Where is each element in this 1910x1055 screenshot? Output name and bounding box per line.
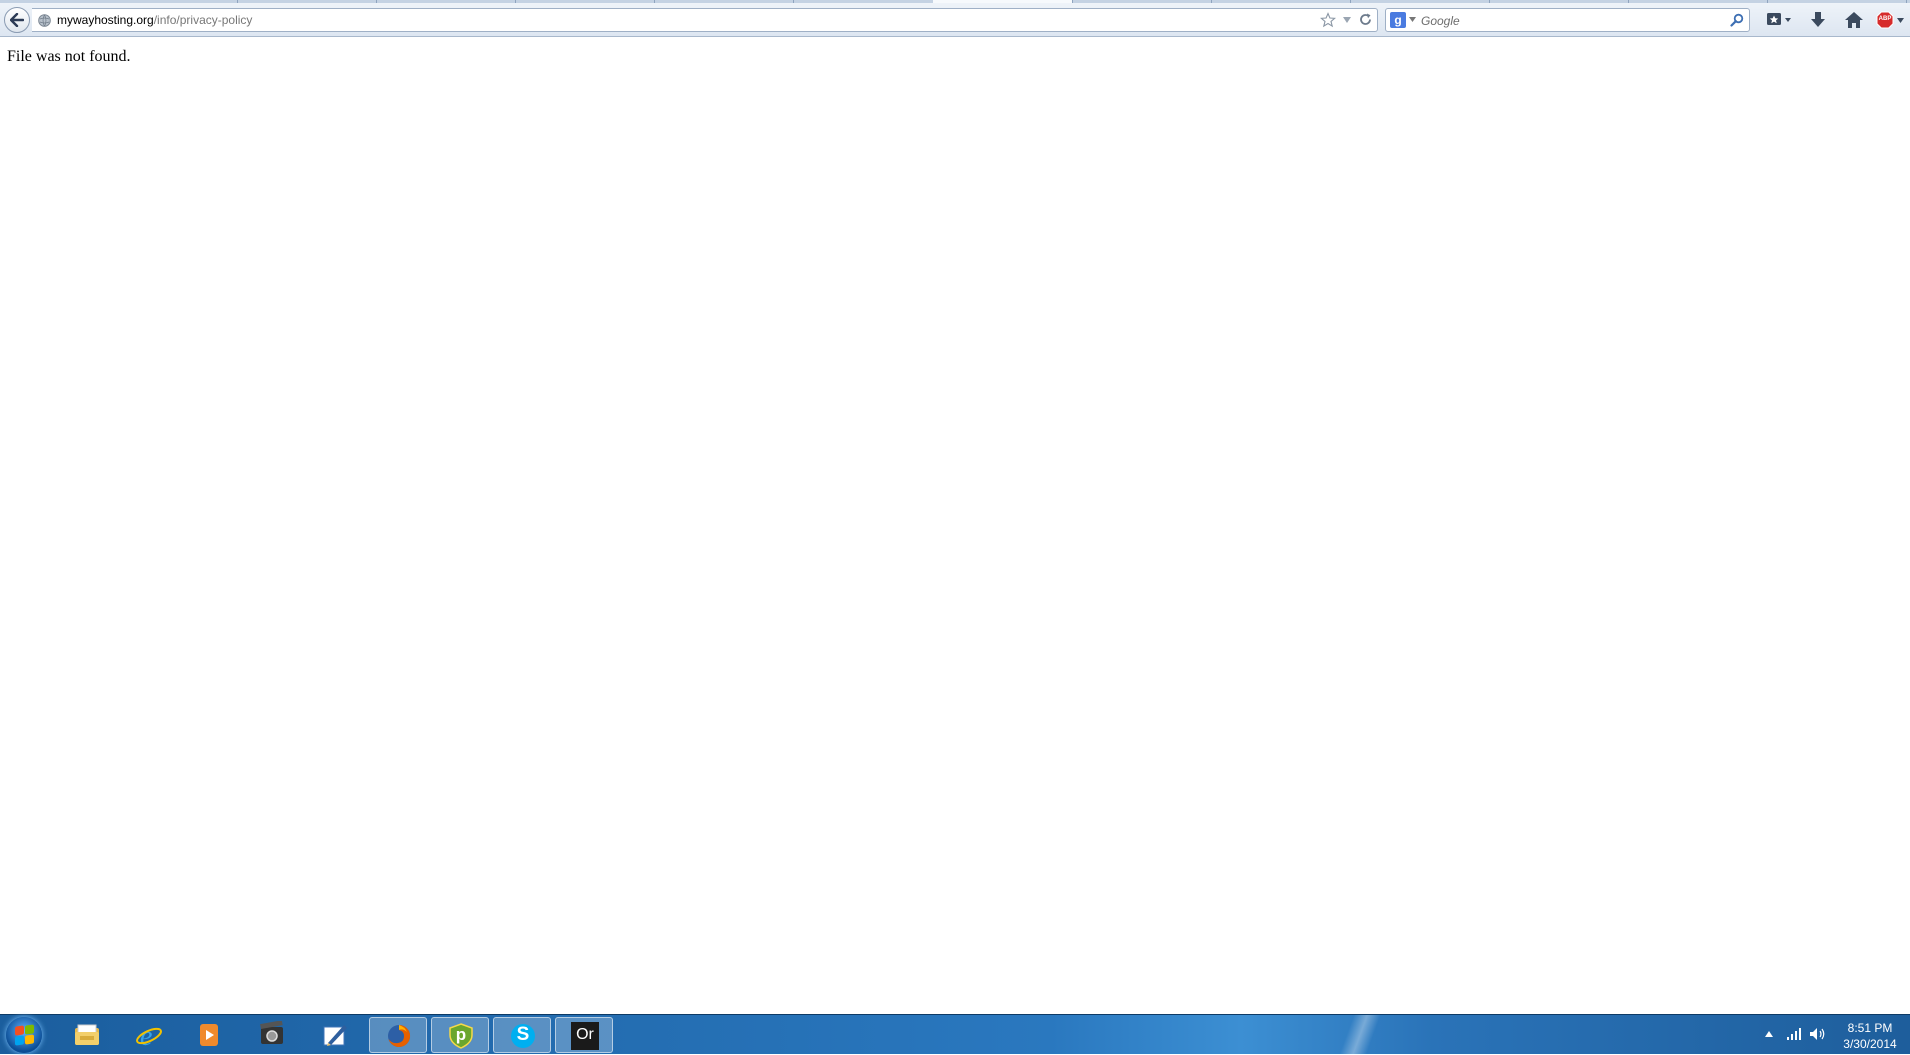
taskbar-firefox-button[interactable] xyxy=(369,1017,427,1053)
taskbar-media-player-button[interactable] xyxy=(182,1017,236,1053)
adblock-plus-button[interactable]: ABP xyxy=(1876,11,1906,29)
reload-icon[interactable] xyxy=(1358,12,1373,27)
media-player-icon xyxy=(200,1024,218,1046)
windows-logo-yellow xyxy=(25,1034,34,1045)
home-icon[interactable] xyxy=(1844,11,1864,29)
volume-icon[interactable] xyxy=(1809,1027,1827,1041)
origin-label: Or xyxy=(576,1026,594,1043)
movie-maker-icon xyxy=(260,1021,283,1044)
adblock-dropdown-icon[interactable] xyxy=(1897,18,1904,23)
system-clock[interactable]: 8:51 PM 3/30/2014 xyxy=(1836,1020,1904,1052)
url-path: /info/privacy-policy xyxy=(153,13,253,27)
firefox-icon xyxy=(388,1024,411,1047)
pen-icon xyxy=(323,1025,347,1046)
site-identity-globe-icon[interactable] xyxy=(38,14,51,27)
history-dropdown-icon[interactable] xyxy=(1342,16,1352,24)
clock-time: 8:51 PM xyxy=(1847,1021,1893,1035)
taskbar-skype-button[interactable]: S xyxy=(493,1017,551,1053)
taskbar-origin-button[interactable]: Or xyxy=(555,1017,613,1053)
taskbar-light-streak xyxy=(1300,1015,1420,1055)
navigation-toolbar: mywayhosting.org/info/privacy-policy g G… xyxy=(0,3,1910,37)
shield-letter: p xyxy=(455,1025,467,1044)
windows-logo-red xyxy=(15,1025,24,1036)
bookmark-star-icon[interactable] xyxy=(1320,12,1336,28)
search-magnifier-icon[interactable] xyxy=(1730,13,1744,27)
search-input[interactable] xyxy=(1419,11,1723,31)
google-engine-icon[interactable]: g xyxy=(1390,12,1406,28)
folder-icon xyxy=(75,1024,99,1045)
page-message: File was not found. xyxy=(7,48,131,65)
url-text[interactable]: mywayhosting.org/info/privacy-policy xyxy=(57,13,252,27)
clock-date: 3/30/2014 xyxy=(1843,1037,1897,1051)
taskbar-editor-button[interactable] xyxy=(308,1017,362,1053)
network-signal-icon[interactable] xyxy=(1786,1027,1802,1041)
url-domain: mywayhosting.org xyxy=(57,13,154,27)
windows-logo-green xyxy=(25,1024,34,1035)
back-button[interactable] xyxy=(4,7,30,33)
ie-icon: e xyxy=(136,1021,162,1049)
back-arrow-icon xyxy=(10,13,24,27)
windows-logo-blue xyxy=(15,1035,24,1046)
adblock-plus-label: ABP xyxy=(1878,16,1892,22)
taskbar-internet-explorer-button[interactable]: e xyxy=(122,1017,176,1053)
taskbar-explorer-button[interactable] xyxy=(60,1017,114,1053)
engine-dropdown-icon[interactable] xyxy=(1409,17,1416,22)
show-hidden-icons-icon[interactable] xyxy=(1765,1031,1773,1037)
bookmarks-menu-icon[interactable] xyxy=(1766,11,1794,29)
url-bar[interactable]: mywayhosting.org/info/privacy-policy xyxy=(32,8,1378,32)
taskbar-movie-maker-button[interactable] xyxy=(245,1017,299,1053)
downloads-icon[interactable] xyxy=(1809,11,1827,29)
start-button[interactable] xyxy=(6,1017,42,1053)
taskbar-security-button[interactable]: p xyxy=(431,1017,489,1053)
search-bar[interactable]: g xyxy=(1385,8,1750,32)
skype-letter: S xyxy=(516,1024,530,1045)
windows-taskbar: e p S Or 8:51 PM 3/30/2014 xyxy=(0,1014,1910,1055)
